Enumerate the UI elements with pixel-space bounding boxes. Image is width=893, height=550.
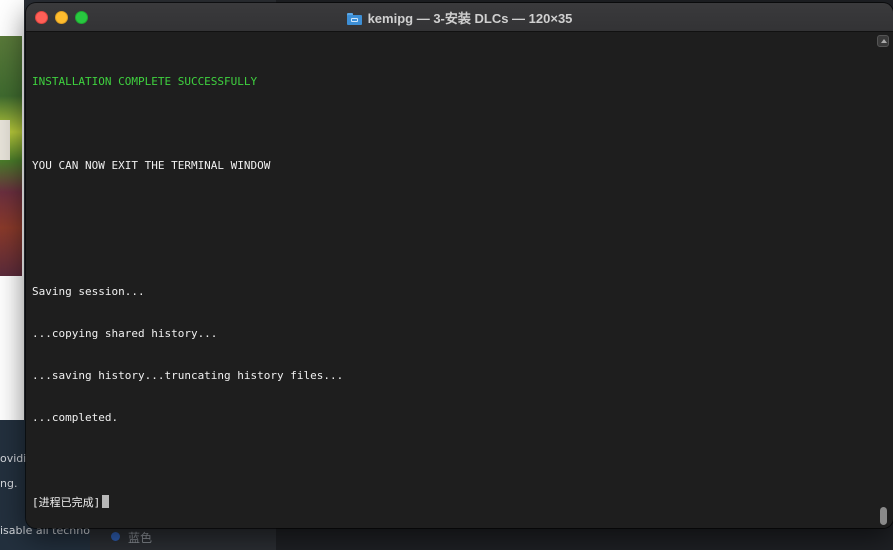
title-bar[interactable]: kemipg — 3-安装 DLCs — 120×35 [26,3,893,32]
text-cursor [102,495,110,508]
scrollbar-thumb[interactable] [880,507,887,525]
terminal-line: ...completed. [32,411,119,424]
terminal-line: ...saving history...truncating history f… [32,369,344,382]
scroll-up-arrow-icon[interactable] [877,35,889,47]
background-text-fragment: ovidi [0,452,27,465]
folder-icon [346,13,362,25]
background-color-label: 蓝色 [128,531,153,545]
background-text-fragment: ng. [0,477,18,490]
window-title-text: kemipg — 3-安装 DLCs — 120×35 [367,11,573,26]
background-artwork-detail [0,120,10,160]
blue-color-dot-icon [111,532,120,541]
terminal-prompt-line: [进程已完成] [32,495,343,509]
terminal-window: kemipg — 3-安装 DLCs — 120×35 INSTALLATION… [26,3,893,528]
terminal-line: INSTALLATION COMPLETE SUCCESSFULLY [32,75,258,88]
terminal-line: YOU CAN NOW EXIT THE TERMINAL WINDOW [32,159,271,172]
process-completed-text: [进程已完成] [32,496,101,509]
terminal-output[interactable]: INSTALLATION COMPLETE SUCCESSFULLY YOU C… [26,33,893,528]
window-title: kemipg — 3-安装 DLCs — 120×35 [26,8,893,27]
vertical-scrollbar[interactable] [877,33,890,528]
terminal-line: ...copying shared history... [32,327,218,340]
terminal-line: Saving session... [32,285,145,298]
terminal-lines: INSTALLATION COMPLETE SUCCESSFULLY YOU C… [32,47,343,528]
